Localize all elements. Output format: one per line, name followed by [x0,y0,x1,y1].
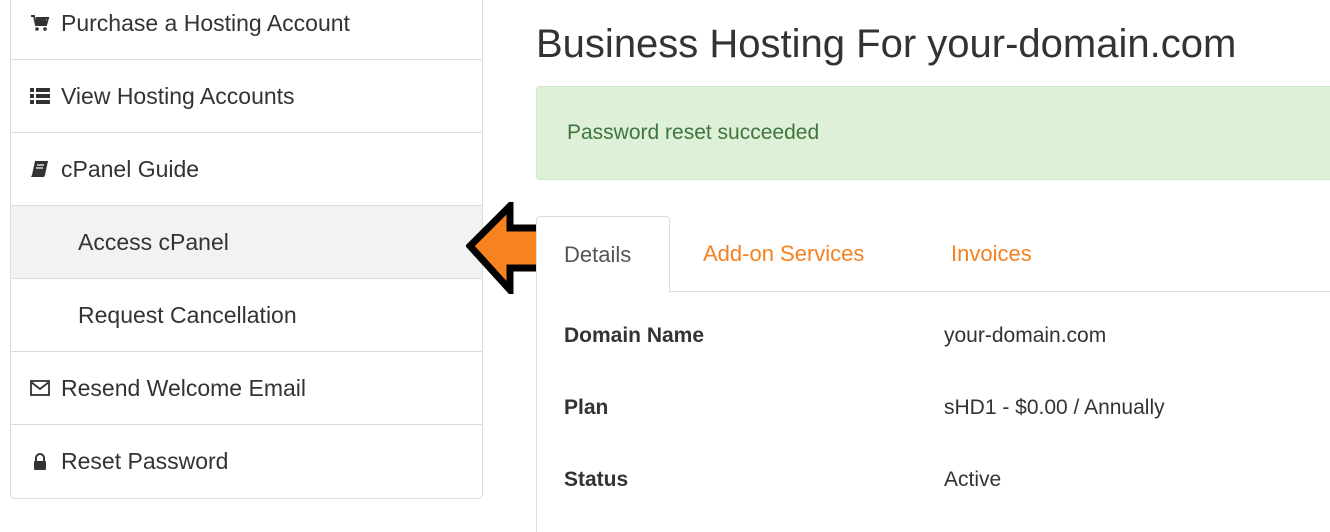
detail-label: Domain Name [564,324,705,347]
sidebar-item-resend-welcome-email[interactable]: Resend Welcome Email [11,352,482,425]
tab-details[interactable]: Details [536,216,670,293]
tab-bar: Details Add-on Services Invoices [536,216,1330,293]
success-alert: Password reset succeeded [536,86,1330,180]
detail-value: your-domain.com [944,324,1107,347]
sidebar-item-purchase-hosting[interactable]: Purchase a Hosting Account [11,0,482,60]
list-icon [29,85,51,107]
sidebar-item-label: Request Cancellation [78,301,297,328]
page-title: Business Hosting For your-domain.com [536,22,1237,66]
sidebar-item-label: Resend Welcome Email [61,374,307,401]
cart-icon [29,12,51,34]
alert-message: Password reset succeeded [567,121,820,144]
sidebar-item-label: View Hosting Accounts [61,82,295,109]
tab-invoices[interactable]: Invoices [951,216,1032,292]
detail-value: Active [944,468,1002,491]
lock-icon [29,451,51,473]
sidebar-item-label: cPanel Guide [61,155,200,182]
envelope-icon [29,377,51,399]
tab-add-on-services[interactable]: Add-on Services [703,216,864,292]
detail-value: sHD1 - $0.00 / Annually [944,396,1165,419]
sidebar-item-label: Reset Password [61,448,229,474]
tab-panel-border [536,292,537,532]
detail-label: Plan [564,396,609,419]
detail-label: Status [564,468,629,491]
sidebar-item-access-cpanel[interactable]: Access cPanel [11,206,482,279]
sidebar-item-request-cancellation[interactable]: Request Cancellation [11,279,482,352]
sidebar-item-cpanel-guide[interactable]: cPanel Guide [11,133,482,206]
sidebar-item-reset-password[interactable]: Reset Password [11,425,482,498]
book-icon [29,158,51,180]
sidebar-item-label: Access cPanel [78,228,229,255]
sidebar-menu: Purchase a Hosting Account View Hosting … [10,0,483,499]
sidebar-item-view-hosting-accounts[interactable]: View Hosting Accounts [11,60,482,133]
sidebar-item-label: Purchase a Hosting Account [61,9,350,36]
